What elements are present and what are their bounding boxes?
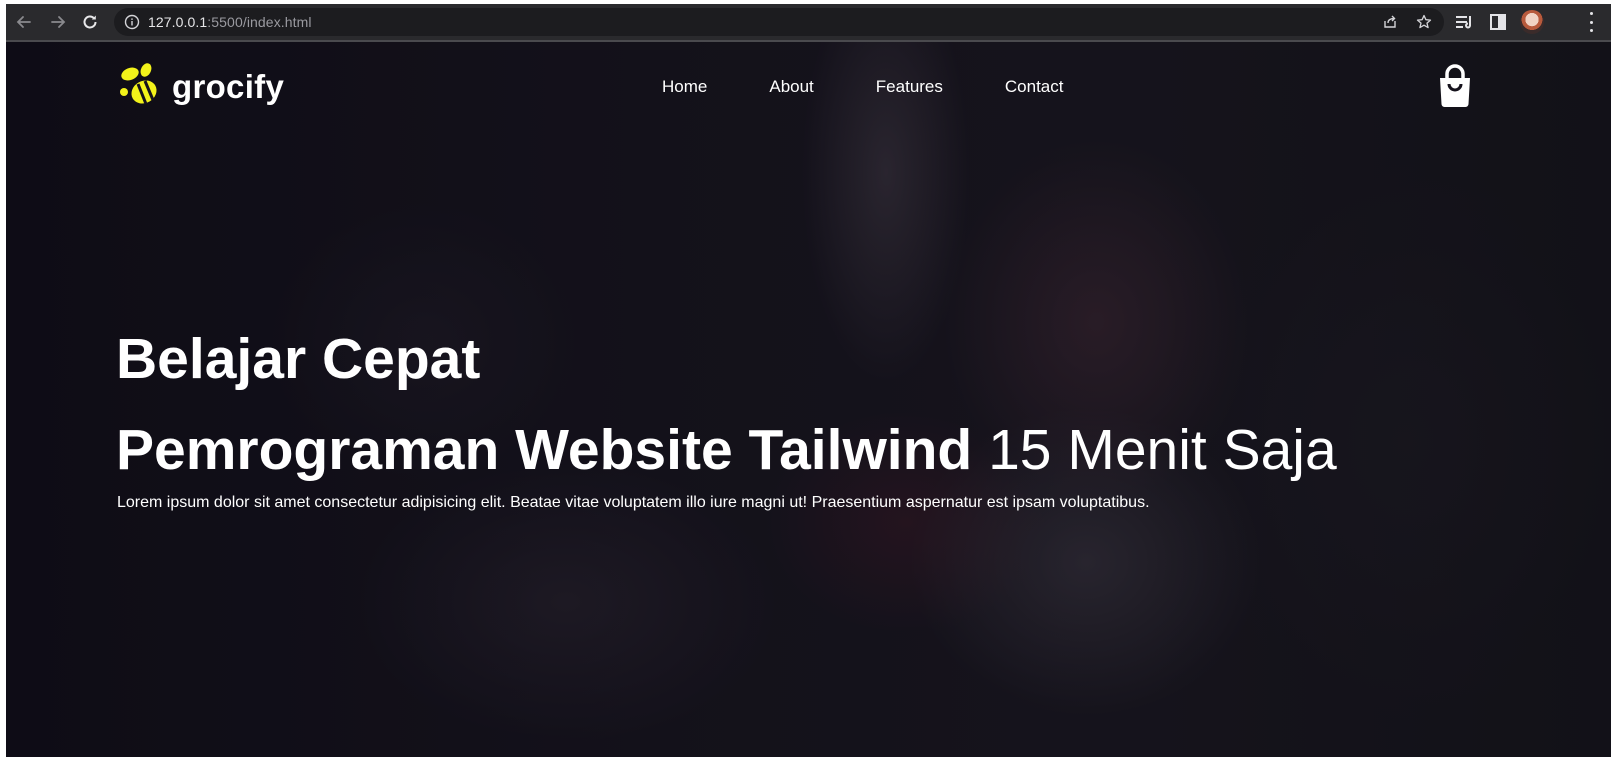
site-logo[interactable]: grocify <box>116 62 284 112</box>
nav-link-features[interactable]: Features <box>876 77 943 97</box>
share-icon[interactable] <box>1382 14 1398 30</box>
nav-link-contact[interactable]: Contact <box>1005 77 1064 97</box>
side-panel-icon[interactable] <box>1488 12 1508 32</box>
shopping-bag-icon[interactable] <box>1436 64 1474 108</box>
browser-toolbar: 127.0.0.1:5500/index.html <box>6 4 1611 40</box>
bee-logo-icon <box>120 63 157 105</box>
hero-description: Lorem ipsum dolor sit amet consectetur a… <box>117 494 1150 511</box>
nav-link-home[interactable]: Home <box>662 77 707 97</box>
page-viewport: grocify Home About Features Contact Bela… <box>6 42 1611 757</box>
browser-menu-icon[interactable] <box>1588 12 1594 32</box>
hero-title-line2-bold: Pemrograman Website Tailwind <box>116 418 973 482</box>
url-path: :5500/index.html <box>207 14 312 30</box>
profile-avatar[interactable] <box>1520 10 1544 34</box>
nav-link-about[interactable]: About <box>769 77 813 97</box>
browser-window: 127.0.0.1:5500/index.html grocify Home A… <box>6 4 1611 757</box>
logo-text: grocify <box>172 68 285 105</box>
hero-title-line2-light: 15 Menit Saja <box>988 418 1337 482</box>
back-icon[interactable] <box>12 10 36 34</box>
hero-title-line1: Belajar Cepat <box>116 327 481 391</box>
url-host: 127.0.0.1 <box>148 14 208 30</box>
hero-title: Belajar Cepat Pemrograman Website Tailwi… <box>116 314 1337 496</box>
reload-icon[interactable] <box>78 10 102 34</box>
main-nav: Home About Features Contact <box>662 77 1125 97</box>
bookmark-star-icon[interactable] <box>1416 14 1432 30</box>
url-text[interactable]: 127.0.0.1:5500/index.html <box>148 14 312 30</box>
site-info-icon[interactable] <box>124 14 140 30</box>
reading-list-icon[interactable] <box>1454 12 1474 32</box>
address-bar[interactable]: 127.0.0.1:5500/index.html <box>114 8 1444 36</box>
forward-icon[interactable] <box>46 10 70 34</box>
